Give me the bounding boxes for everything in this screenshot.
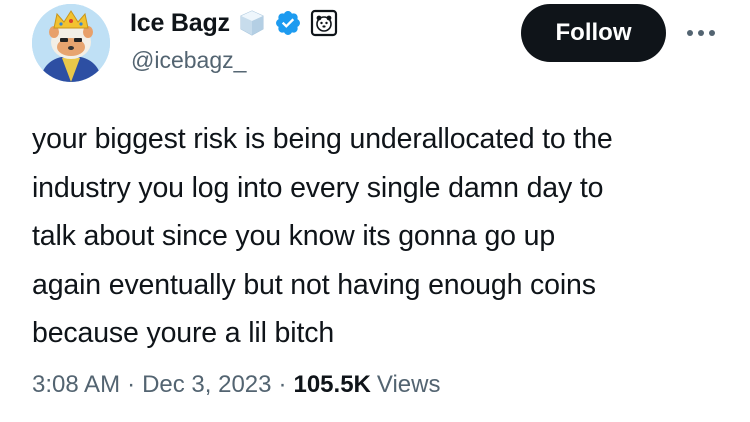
views-label: Views xyxy=(376,371,441,398)
avatar-image xyxy=(32,4,110,82)
views-count[interactable]: 105.5K xyxy=(293,371,370,399)
tweet-text: your biggest risk is being underallocate… xyxy=(32,123,613,349)
avatar[interactable] xyxy=(32,4,110,82)
author-handle[interactable]: @icebagz_ xyxy=(131,47,246,74)
more-options-button[interactable] xyxy=(684,20,718,46)
tweet-meta: 3:08 AM · Dec 3, 2023 · 105.5K Views xyxy=(32,371,440,399)
author-name-row: Ice Bagz xyxy=(130,6,338,40)
verified-check-icon[interactable] xyxy=(274,9,302,37)
meta-separator: · xyxy=(127,371,136,398)
tweet-time[interactable]: 3:08 AM xyxy=(32,371,120,399)
more-horizontal-icon xyxy=(687,30,715,36)
meta-separator: · xyxy=(278,371,287,398)
tweet-date[interactable]: Dec 3, 2023 xyxy=(142,371,271,399)
author-display-name[interactable]: Ice Bagz xyxy=(130,9,230,38)
follow-button[interactable]: Follow xyxy=(521,4,666,62)
affiliate-badge-icon[interactable] xyxy=(310,9,338,37)
ice-cube-emoji-icon xyxy=(238,9,266,37)
